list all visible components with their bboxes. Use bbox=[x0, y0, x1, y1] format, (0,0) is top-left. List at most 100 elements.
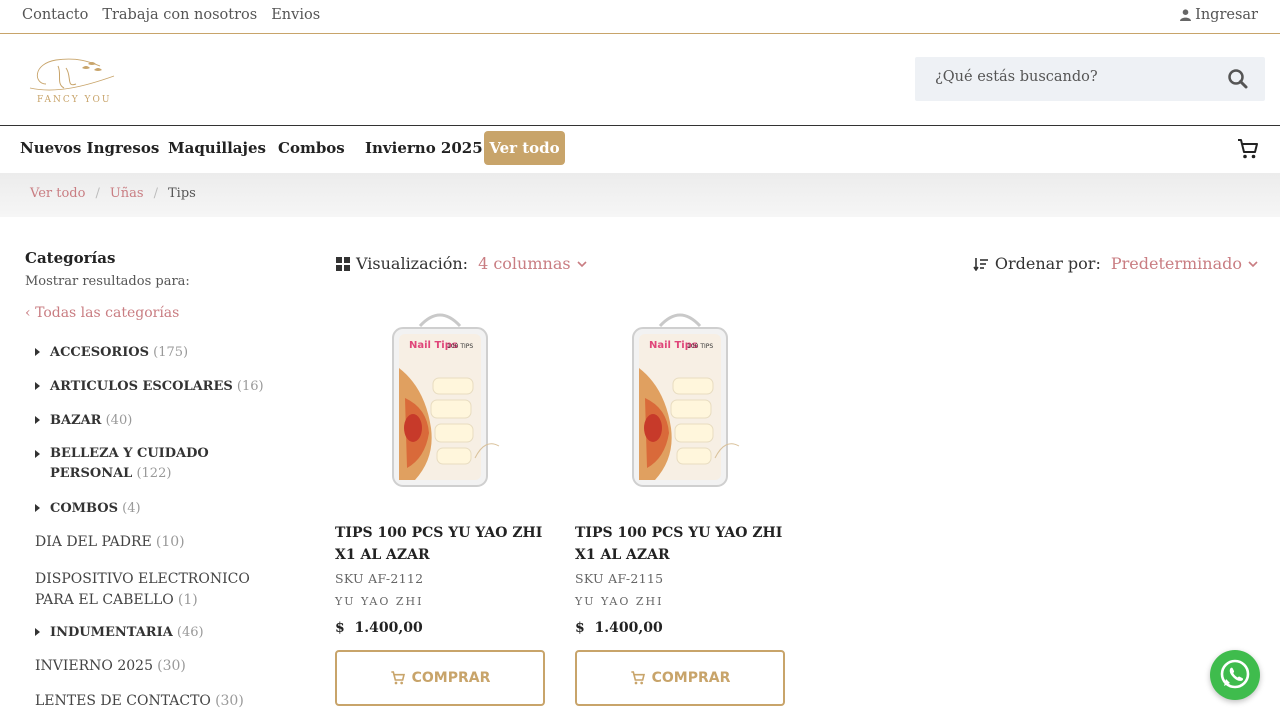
sort-selector[interactable]: Ordenar por: Predeterminado bbox=[973, 254, 1258, 273]
caret-right-icon bbox=[35, 450, 40, 458]
category-count: (30) bbox=[157, 658, 186, 674]
category-name: DIA DEL PADRE bbox=[35, 534, 152, 550]
price-value: 1.400,00 bbox=[354, 620, 423, 636]
category-name: ACCESORIOS bbox=[50, 345, 149, 360]
sidebar-title: Categorías bbox=[25, 249, 116, 267]
category-count: (4) bbox=[122, 501, 141, 516]
chevron-left-icon: ‹ bbox=[25, 305, 36, 321]
category-name: ARTICULOS ESCOLARES bbox=[50, 379, 233, 394]
contact-link[interactable]: Contacto bbox=[22, 7, 88, 23]
chevron-down-icon bbox=[1248, 260, 1258, 267]
category-count: (122) bbox=[136, 466, 172, 481]
view-label: Visualización: bbox=[356, 254, 469, 273]
product-price: $ 1.400,00 bbox=[335, 620, 423, 636]
all-categories-label: Todas las categorías bbox=[35, 305, 180, 321]
product-image[interactable]: Nail Tips 100 TIPS bbox=[575, 308, 785, 508]
price-currency: $ bbox=[335, 620, 345, 636]
search-input[interactable]: ¿Qué estás buscando? bbox=[935, 69, 1098, 85]
breadcrumb-unas[interactable]: Uñas bbox=[110, 186, 144, 201]
sort-label: Ordenar por: bbox=[994, 254, 1101, 273]
category-sidebar: Categorías Mostrar resultados para: ‹ To… bbox=[25, 249, 285, 709]
category-dia-del-padre[interactable]: DIA DEL PADRE (10) bbox=[35, 534, 280, 550]
category-combos[interactable]: COMBOS (4) bbox=[35, 501, 275, 516]
caret-right-icon bbox=[35, 628, 40, 636]
site-header: FANCY YOU ¿Qué estás buscando? bbox=[0, 34, 1280, 126]
product-title[interactable]: TIPS 100 PCS YU YAO ZHI X1 AL AZAR bbox=[335, 522, 545, 566]
whatsapp-icon bbox=[1220, 659, 1250, 689]
category-accesorios[interactable]: ACCESORIOS (175) bbox=[35, 345, 275, 360]
cart-icon bbox=[390, 671, 405, 685]
category-dispositivo-electronico[interactable]: DISPOSITIVO ELECTRONICO PARA EL CABELLO … bbox=[35, 569, 280, 611]
breadcrumb-ver-todo[interactable]: Ver todo bbox=[30, 186, 85, 201]
product-sku: SKU AF-2112 bbox=[335, 571, 424, 586]
category-name: COMBOS bbox=[50, 501, 119, 516]
category-count: (16) bbox=[236, 379, 264, 394]
all-categories-link[interactable]: ‹ Todas las categorías bbox=[25, 305, 179, 321]
caret-right-icon bbox=[35, 348, 40, 356]
shipping-link[interactable]: Envios bbox=[271, 7, 320, 23]
top-bar: Contacto Trabaja con nosotros Envios Ing… bbox=[0, 0, 1280, 34]
whatsapp-button[interactable] bbox=[1210, 650, 1260, 700]
logo-text: FANCY YOU bbox=[37, 95, 112, 105]
search-icon[interactable] bbox=[1227, 68, 1249, 90]
category-invierno-2025[interactable]: INVIERNO 2025 (30) bbox=[35, 658, 280, 674]
sort-value[interactable]: Predeterminado bbox=[1111, 254, 1242, 273]
caret-right-icon bbox=[35, 382, 40, 390]
breadcrumb: Ver todo / Uñas / Tips bbox=[0, 173, 1280, 217]
nav-invierno-2025[interactable]: Invierno 2025 bbox=[365, 139, 483, 157]
product-image[interactable]: Nail Tips 100 TIPS bbox=[335, 308, 545, 508]
price-value: 1.400,00 bbox=[594, 620, 663, 636]
breadcrumb-separator: / bbox=[95, 186, 100, 201]
product-image-count: 100 TIPS bbox=[687, 343, 713, 350]
buy-button[interactable]: COMPRAR bbox=[575, 650, 785, 706]
user-icon bbox=[1180, 9, 1192, 21]
breadcrumb-current: Tips bbox=[167, 186, 196, 201]
view-value[interactable]: 4 columnas bbox=[478, 254, 571, 273]
category-count: (175) bbox=[153, 345, 189, 360]
buy-button-label: COMPRAR bbox=[651, 670, 731, 686]
price-currency: $ bbox=[575, 620, 585, 636]
login-link[interactable]: Ingresar bbox=[1180, 7, 1258, 23]
top-links: Contacto Trabaja con nosotros Envios bbox=[22, 7, 320, 23]
jobs-link[interactable]: Trabaja con nosotros bbox=[102, 7, 257, 23]
category-articulos-escolares[interactable]: ARTICULOS ESCOLARES (16) bbox=[35, 379, 275, 394]
nav-nuevos-ingresos[interactable]: Nuevos Ingresos bbox=[20, 139, 159, 157]
chevron-down-icon bbox=[577, 260, 587, 267]
category-name: INDUMENTARIA bbox=[50, 625, 173, 640]
buy-button-label: COMPRAR bbox=[411, 670, 491, 686]
nav-maquillajes[interactable]: Maquillajes bbox=[168, 139, 266, 157]
product-title[interactable]: TIPS 100 PCS YU YAO ZHI X1 AL AZAR bbox=[575, 522, 785, 566]
category-name: DISPOSITIVO ELECTRONICO PARA EL CABELLO bbox=[35, 571, 250, 608]
category-bazar[interactable]: BAZAR (40) bbox=[35, 413, 275, 428]
nav-combos[interactable]: Combos bbox=[278, 139, 345, 157]
breadcrumb-separator: / bbox=[153, 186, 158, 201]
category-indumentaria[interactable]: INDUMENTARIA (46) bbox=[35, 625, 275, 640]
category-count: (30) bbox=[215, 693, 244, 709]
product-image-count: 100 TIPS bbox=[447, 343, 473, 350]
category-name: BELLEZA Y CUIDADO PERSONAL bbox=[50, 446, 209, 481]
category-lentes-de-contacto[interactable]: LENTES DE CONTACTO (30) bbox=[35, 693, 280, 709]
product-brand: YU YAO ZHI bbox=[575, 595, 664, 608]
cart-icon bbox=[630, 671, 645, 685]
grid-icon bbox=[336, 256, 350, 271]
buy-button[interactable]: COMPRAR bbox=[335, 650, 545, 706]
product-price: $ 1.400,00 bbox=[575, 620, 663, 636]
sidebar-subtitle: Mostrar resultados para: bbox=[25, 274, 190, 289]
cart-icon[interactable] bbox=[1236, 137, 1260, 161]
view-selector[interactable]: Visualización: 4 columnas bbox=[336, 254, 587, 273]
category-name: BAZAR bbox=[50, 413, 102, 428]
sort-icon bbox=[973, 257, 988, 271]
nav-ver-todo-button[interactable]: Ver todo bbox=[484, 131, 565, 165]
category-count: (40) bbox=[105, 413, 133, 428]
category-name: INVIERNO 2025 bbox=[35, 658, 153, 674]
category-count: (1) bbox=[177, 592, 198, 608]
main-nav: Nuevos Ingresos Maquillajes Combos Invie… bbox=[0, 126, 1280, 173]
category-count: (10) bbox=[155, 534, 185, 550]
category-name: LENTES DE CONTACTO bbox=[35, 693, 211, 709]
caret-right-icon bbox=[35, 504, 40, 512]
search-bar[interactable]: ¿Qué estás buscando? bbox=[915, 57, 1265, 101]
category-belleza[interactable]: BELLEZA Y CUIDADO PERSONAL (122) bbox=[35, 444, 275, 484]
product-brand: YU YAO ZHI bbox=[335, 595, 424, 608]
category-count: (46) bbox=[176, 625, 204, 640]
login-label: Ingresar bbox=[1195, 7, 1258, 23]
